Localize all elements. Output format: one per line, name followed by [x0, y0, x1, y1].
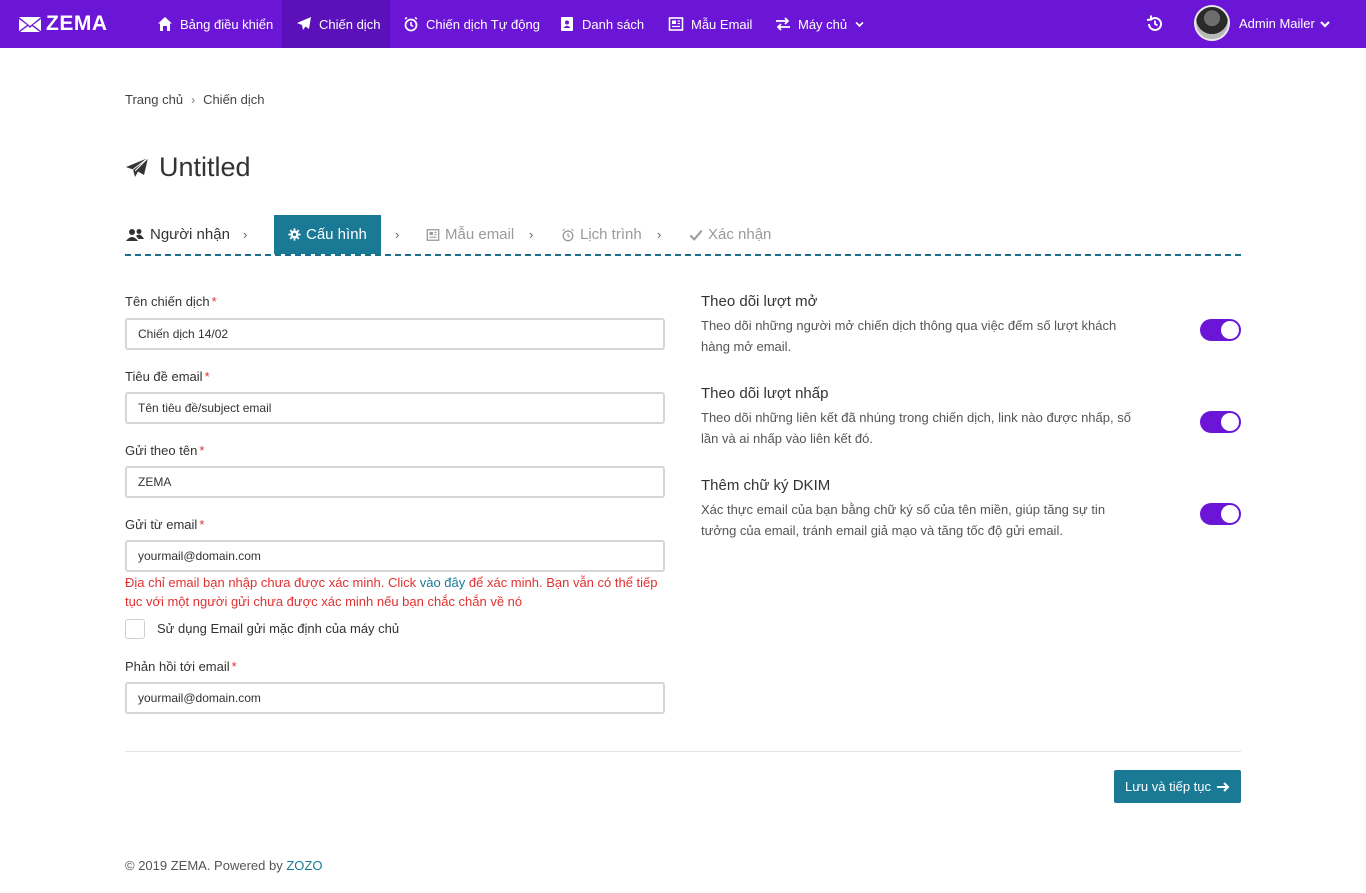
newspaper-icon	[426, 228, 440, 241]
open-tracking-title: Theo dõi lượt mở	[701, 293, 818, 310]
nav-dashboard-label: Bảng điều khiển	[180, 16, 274, 32]
step-config[interactable]: Cấu hình	[274, 215, 381, 254]
from-email-input[interactable]	[125, 540, 665, 572]
from-email-label: Gửi từ email *	[125, 517, 205, 532]
logo-text: ZEMA	[46, 12, 108, 35]
subject-input[interactable]	[125, 392, 665, 424]
reply-to-label: Phản hồi tới email *	[125, 659, 237, 674]
nav-lists[interactable]: Danh sách	[559, 0, 644, 48]
toggle-knob	[1221, 321, 1239, 339]
nav-servers-label: Máy chủ	[798, 16, 848, 32]
newspaper-icon	[668, 17, 684, 31]
step-recipients[interactable]: Người nhận	[125, 215, 230, 254]
arrow-right-icon	[1217, 781, 1230, 792]
top-navbar: ZEMA Bảng điều khiển Chiến dịch Chiến dị…	[0, 0, 1366, 48]
logo[interactable]: ZEMA	[18, 12, 108, 36]
nav-email-templates[interactable]: Mẫu Email	[668, 0, 752, 48]
nav-dashboard[interactable]: Bảng điều khiển	[157, 0, 273, 48]
home-icon	[158, 17, 172, 31]
default-sender-label[interactable]: Sử dụng Email gửi mặc định của máy chủ	[157, 621, 399, 636]
exchange-arrows-icon	[776, 17, 790, 31]
page-title: Untitled	[125, 152, 251, 183]
users-icon	[126, 228, 144, 241]
nav-servers[interactable]: Máy chủ	[775, 0, 865, 48]
dkim-title: Thêm chữ ký DKIM	[701, 477, 831, 494]
step-confirm-label: Xác nhận	[708, 226, 772, 243]
chevron-right-icon: ›	[191, 92, 196, 107]
save-continue-label: Lưu và tiếp tục	[1124, 779, 1212, 794]
campaign-name-input[interactable]	[125, 318, 665, 350]
step-schedule[interactable]: Lịch trình	[561, 215, 642, 254]
paper-plane-icon	[126, 157, 149, 177]
open-tracking-toggle[interactable]	[1200, 319, 1241, 341]
dkim-toggle[interactable]	[1200, 503, 1241, 525]
chevron-down-icon[interactable]	[1319, 18, 1331, 30]
wizard-steps: Người nhận › Cấu hình › Mẫu email › Lịch…	[125, 215, 1241, 256]
dkim-desc: Xác thực email của bạn bằng chữ ký số củ…	[701, 502, 1106, 538]
default-sender-checkbox[interactable]	[125, 619, 145, 639]
from-name-label: Gửi theo tên *	[125, 443, 205, 458]
page-title-text: Untitled	[159, 152, 251, 182]
breadcrumb-home[interactable]: Trang chủ	[125, 92, 183, 107]
step-email-template[interactable]: Mẫu email	[426, 215, 514, 254]
reply-to-input[interactable]	[125, 682, 665, 714]
gear-icon	[288, 228, 301, 241]
click-tracking-desc: Theo dõi những liên kết đã nhúng trong c…	[701, 410, 1131, 446]
footer-text: © 2019 ZEMA. Powered by	[125, 858, 287, 873]
footer-brand-link[interactable]: ZOZO	[286, 858, 322, 873]
click-tracking-toggle[interactable]	[1200, 411, 1241, 433]
toggle-knob	[1221, 505, 1239, 523]
subject-label: Tiêu đề email *	[125, 369, 210, 384]
step-config-label: Cấu hình	[306, 226, 367, 243]
nav-auto-campaigns-label: Chiến dịch Tự động	[426, 16, 540, 32]
nav-campaigns-label: Chiến dịch	[319, 16, 381, 32]
divider	[125, 751, 1241, 752]
nav-auto-campaigns[interactable]: Chiến dịch Tự động	[403, 0, 540, 48]
history-icon[interactable]	[1145, 14, 1165, 34]
save-continue-button[interactable]: Lưu và tiếp tục	[1114, 770, 1241, 803]
from-name-input[interactable]	[125, 466, 665, 498]
step-recipients-label: Người nhận	[150, 226, 230, 243]
toggle-knob	[1221, 413, 1239, 431]
step-confirm[interactable]: Xác nhận	[689, 215, 771, 254]
verify-link[interactable]: vào đây	[420, 575, 466, 590]
alarm-clock-icon	[404, 16, 418, 32]
chevron-down-icon	[855, 21, 864, 27]
open-tracking-desc: Theo dõi những người mở chiến dịch thông…	[701, 318, 1117, 354]
user-name[interactable]: Admin Mailer	[1239, 16, 1315, 31]
footer: © 2019 ZEMA. Powered by ZOZO	[125, 858, 322, 873]
breadcrumb: Trang chủ › Chiến dịch	[125, 92, 265, 107]
step-email-template-label: Mẫu email	[445, 226, 515, 243]
unverified-email-warning: Địa chỉ email bạn nhập chưa được xác min…	[125, 575, 658, 609]
mail-bird-icon	[19, 17, 41, 32]
breadcrumb-current[interactable]: Chiến dịch	[203, 92, 264, 107]
nav-campaigns[interactable]: Chiến dịch	[282, 0, 390, 48]
chevron-right-icon: ›	[529, 227, 534, 242]
step-schedule-label: Lịch trình	[580, 226, 642, 243]
check-icon	[689, 229, 703, 241]
avatar[interactable]	[1194, 5, 1230, 41]
click-tracking-title: Theo dõi lượt nhấp	[701, 385, 829, 402]
paper-plane-icon	[297, 17, 311, 30]
nav-email-templates-label: Mẫu Email	[691, 16, 753, 32]
alarm-clock-icon	[562, 228, 574, 241]
chevron-right-icon: ›	[243, 227, 248, 242]
campaign-name-label: Tên chiến dịch *	[125, 294, 217, 309]
contacts-book-icon	[561, 17, 573, 31]
nav-lists-label: Danh sách	[582, 16, 645, 32]
chevron-right-icon: ›	[395, 227, 400, 242]
chevron-right-icon: ›	[657, 227, 662, 242]
